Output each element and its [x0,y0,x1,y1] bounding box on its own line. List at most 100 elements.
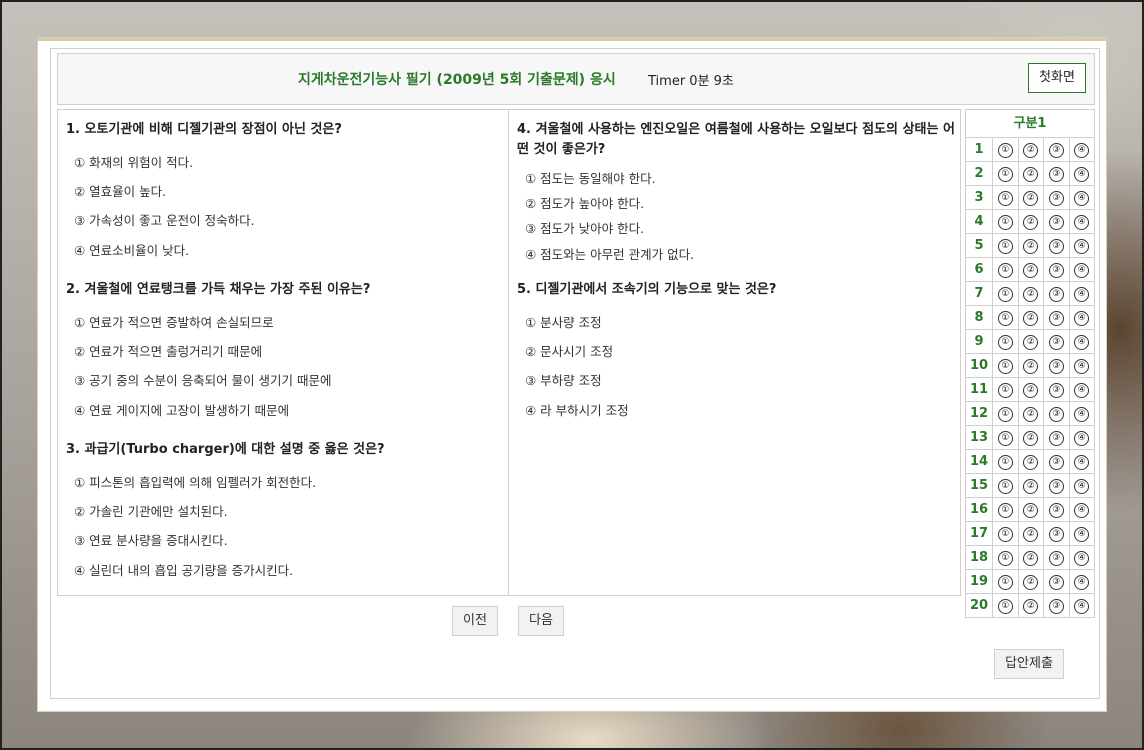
answer-choice-1[interactable]: ① [997,479,1013,494]
answer-choice-1[interactable]: ① [997,431,1013,446]
answer-choice-1[interactable]: ① [997,191,1013,206]
answer-choice-3[interactable]: ③ [1048,503,1064,518]
option-5-3[interactable]: ③ 부하량 조정 [525,370,602,389]
answer-choice-2[interactable]: ② [1023,263,1039,278]
answer-choice-4[interactable]: ④ [1074,503,1090,518]
option-5-1[interactable]: ① 분사량 조정 [525,312,602,331]
option-2-1[interactable]: ① 연료가 적으면 증발하여 손실되므로 [74,312,274,331]
answer-choice-3[interactable]: ③ [1048,239,1064,254]
option-3-4[interactable]: ④ 실린더 내의 흡입 공기량을 증가시킨다. [74,560,293,579]
answer-choice-3[interactable]: ③ [1048,143,1064,158]
answer-choice-2[interactable]: ② [1023,215,1039,230]
option-4-1[interactable]: ① 점도는 동일해야 한다. [525,168,656,187]
answer-choice-2[interactable]: ② [1023,407,1039,422]
answer-choice-4[interactable]: ④ [1074,311,1090,326]
answer-choice-3[interactable]: ③ [1048,287,1064,302]
option-4-4[interactable]: ④ 점도와는 아무런 관계가 없다. [525,244,694,263]
option-2-4[interactable]: ④ 연료 게이지에 고장이 발생하기 때문에 [74,400,289,419]
answer-choice-3[interactable]: ③ [1048,167,1064,182]
answer-choice-3[interactable]: ③ [1048,551,1064,566]
answer-choice-4[interactable]: ④ [1074,263,1090,278]
answer-choice-3[interactable]: ③ [1048,215,1064,230]
answer-choice-4[interactable]: ④ [1074,191,1090,206]
answer-choice-2[interactable]: ② [1023,599,1039,614]
prev-button[interactable]: 이전 [452,606,498,636]
option-1-4[interactable]: ④ 연료소비율이 낮다. [74,240,189,259]
answer-choice-2[interactable]: ② [1023,383,1039,398]
answer-choice-4[interactable]: ④ [1074,527,1090,542]
answer-choice-3[interactable]: ③ [1048,527,1064,542]
answer-choice-1[interactable]: ① [997,239,1013,254]
option-5-4[interactable]: ④ 라 부하시기 조정 [525,400,629,419]
answer-choice-1[interactable]: ① [997,263,1013,278]
next-button[interactable]: 다음 [518,606,564,636]
submit-button[interactable]: 답안제출 [994,649,1064,679]
answer-choice-4[interactable]: ④ [1074,167,1090,182]
answer-choice-4[interactable]: ④ [1074,383,1090,398]
option-2-2[interactable]: ② 연료가 적으면 출렁거리기 때문에 [74,341,262,360]
answer-choice-2[interactable]: ② [1023,551,1039,566]
answer-choice-2[interactable]: ② [1023,311,1039,326]
answer-choice-2[interactable]: ② [1023,167,1039,182]
option-1-3[interactable]: ③ 가속성이 좋고 운전이 정숙하다. [74,210,255,229]
answer-choice-3[interactable]: ③ [1048,359,1064,374]
answer-choice-4[interactable]: ④ [1074,551,1090,566]
answer-choice-2[interactable]: ② [1023,287,1039,302]
answer-choice-1[interactable]: ① [997,383,1013,398]
option-5-2[interactable]: ② 문사시기 조정 [525,341,613,360]
home-button[interactable]: 첫화면 [1028,63,1086,93]
answer-choice-4[interactable]: ④ [1074,407,1090,422]
answer-choice-4[interactable]: ④ [1074,335,1090,350]
option-3-1[interactable]: ① 피스톤의 흡입력에 의해 임펠러가 회전한다. [74,472,316,491]
answer-choice-2[interactable]: ② [1023,335,1039,350]
answer-choice-2[interactable]: ② [1023,239,1039,254]
option-3-2[interactable]: ② 가솔린 기관에만 설치된다. [74,501,228,520]
answer-choice-1[interactable]: ① [997,503,1013,518]
answer-choice-2[interactable]: ② [1023,359,1039,374]
option-4-3[interactable]: ③ 점도가 낮아야 한다. [525,218,644,237]
option-1-1[interactable]: ① 화재의 위험이 적다. [74,152,193,171]
answer-choice-1[interactable]: ① [997,359,1013,374]
answer-choice-1[interactable]: ① [997,311,1013,326]
answer-choice-4[interactable]: ④ [1074,239,1090,254]
answer-choice-2[interactable]: ② [1023,431,1039,446]
answer-choice-2[interactable]: ② [1023,455,1039,470]
answer-choice-3[interactable]: ③ [1048,263,1064,278]
answer-choice-2[interactable]: ② [1023,575,1039,590]
answer-choice-2[interactable]: ② [1023,143,1039,158]
answer-choice-1[interactable]: ① [997,407,1013,422]
answer-choice-4[interactable]: ④ [1074,599,1090,614]
option-3-3[interactable]: ③ 연료 분사량을 증대시킨다. [74,530,228,549]
answer-choice-3[interactable]: ③ [1048,599,1064,614]
answer-choice-2[interactable]: ② [1023,503,1039,518]
answer-choice-4[interactable]: ④ [1074,455,1090,470]
answer-choice-4[interactable]: ④ [1074,431,1090,446]
answer-choice-3[interactable]: ③ [1048,431,1064,446]
answer-choice-1[interactable]: ① [997,455,1013,470]
answer-choice-3[interactable]: ③ [1048,311,1064,326]
answer-choice-3[interactable]: ③ [1048,479,1064,494]
answer-choice-1[interactable]: ① [997,167,1013,182]
answer-choice-3[interactable]: ③ [1048,383,1064,398]
answer-choice-1[interactable]: ① [997,143,1013,158]
answer-choice-1[interactable]: ① [997,215,1013,230]
option-2-3[interactable]: ③ 공기 중의 수분이 응축되어 물이 생기기 때문에 [74,370,332,389]
answer-choice-1[interactable]: ① [997,599,1013,614]
answer-choice-1[interactable]: ① [997,575,1013,590]
answer-choice-3[interactable]: ③ [1048,335,1064,350]
option-1-2[interactable]: ② 열효율이 높다. [74,181,166,200]
answer-choice-2[interactable]: ② [1023,191,1039,206]
answer-choice-1[interactable]: ① [997,287,1013,302]
answer-choice-3[interactable]: ③ [1048,407,1064,422]
answer-choice-4[interactable]: ④ [1074,215,1090,230]
answer-choice-1[interactable]: ① [997,551,1013,566]
answer-choice-2[interactable]: ② [1023,479,1039,494]
answer-choice-4[interactable]: ④ [1074,359,1090,374]
answer-choice-1[interactable]: ① [997,527,1013,542]
answer-choice-1[interactable]: ① [997,335,1013,350]
answer-choice-4[interactable]: ④ [1074,575,1090,590]
answer-choice-4[interactable]: ④ [1074,479,1090,494]
answer-choice-4[interactable]: ④ [1074,143,1090,158]
option-4-2[interactable]: ② 점도가 높아야 한다. [525,193,644,212]
answer-choice-2[interactable]: ② [1023,527,1039,542]
